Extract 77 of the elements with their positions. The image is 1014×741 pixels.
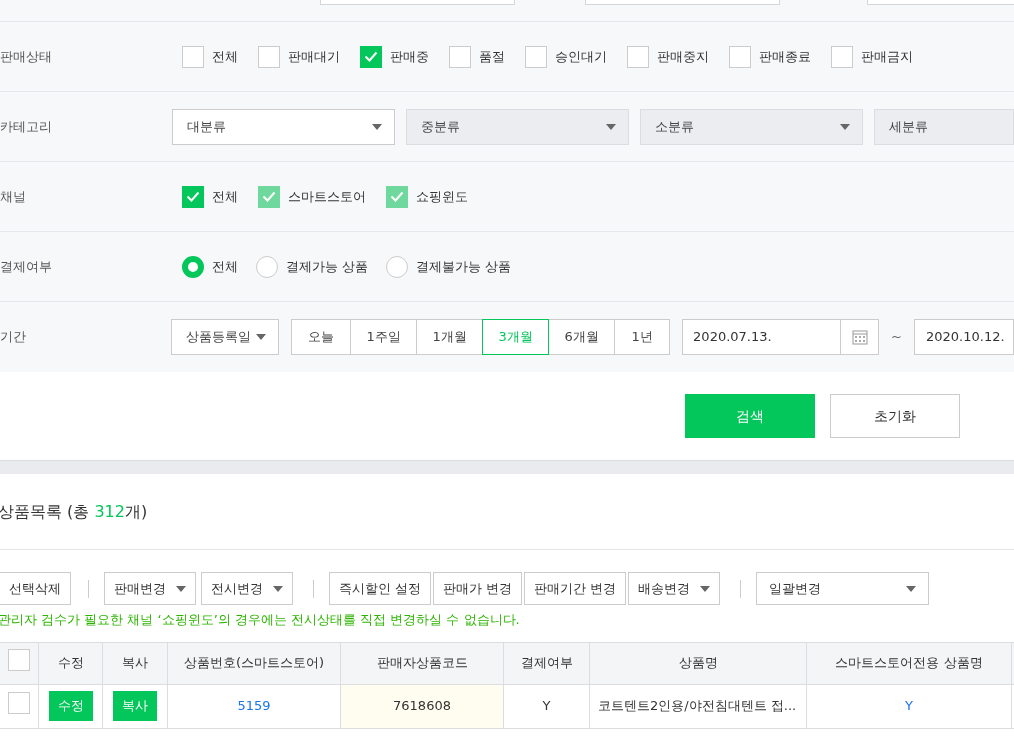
checkbox-label: 스마트스토어 (288, 187, 366, 206)
period-button[interactable]: 6개월 (548, 319, 616, 355)
radio-label: 결제불가능 상품 (416, 257, 512, 276)
caret-icon (840, 123, 850, 130)
table-cell: 7618608 (340, 684, 504, 728)
check-icon (390, 191, 404, 202)
checkbox-label: 품절 (479, 47, 505, 66)
checkbox-label: 판매중 (390, 47, 429, 66)
period-button[interactable]: 1개월 (416, 319, 484, 355)
column-header: 복사 (102, 642, 168, 684)
column-header: 결제여부 (503, 642, 590, 684)
column-header: 판매자상품코드 (340, 642, 504, 684)
toolbar-dropdown[interactable]: 판매변경 (104, 572, 196, 605)
reset-button[interactable]: 초기화 (830, 394, 960, 438)
radio-button[interactable] (256, 255, 278, 278)
range-separator: ~ (891, 328, 902, 347)
check-icon (186, 191, 200, 202)
row-checkbox[interactable] (7, 692, 30, 715)
checkbox[interactable] (627, 45, 649, 68)
checkbox-label: 승인대기 (555, 47, 607, 66)
checkbox[interactable] (182, 45, 204, 68)
filter-label: 판매상태 (0, 47, 53, 66)
filter-label: 채널 (0, 187, 27, 206)
radio-button[interactable] (386, 255, 409, 278)
radio-label: 결제가능 상품 (286, 257, 369, 276)
calendar-icon[interactable] (851, 329, 868, 345)
end-date-field[interactable]: 2020.10.12. (914, 319, 1014, 355)
category-select[interactable]: 대분류 (172, 108, 395, 145)
checkbox[interactable] (729, 45, 751, 68)
date-type-select[interactable]: 상품등록일 (171, 319, 280, 355)
bulk-change-select[interactable]: 일괄변경 (756, 572, 930, 605)
toolbar-button[interactable]: 선택삭제 (0, 572, 71, 605)
check-icon (364, 51, 378, 62)
filter-label: 기간 (0, 328, 27, 347)
toolbar-button[interactable]: 판매기간 변경 (524, 572, 627, 605)
checkbox[interactable] (449, 45, 471, 68)
caret-icon (606, 123, 616, 130)
radio-button[interactable] (182, 255, 204, 278)
checkbox-label: 판매중지 (657, 47, 709, 66)
checkbox[interactable] (182, 185, 204, 208)
select-all-checkbox[interactable] (7, 649, 30, 672)
product-number-link[interactable]: 5159 (237, 698, 271, 714)
caret-icon (700, 585, 711, 592)
column-header: 상품명 (589, 642, 807, 684)
checkbox[interactable] (525, 45, 547, 68)
caret-icon (176, 585, 186, 592)
checkbox-label: 판매종료 (759, 47, 811, 66)
radio-label: 전체 (212, 257, 238, 276)
filter-label: 결제여부 (0, 257, 53, 276)
column-header: 상품번호(스마트스토어) (167, 642, 341, 684)
toolbar-button[interactable]: 판매가 변경 (433, 572, 523, 605)
toolbar-button[interactable]: 즉시할인 설정 (329, 572, 432, 605)
check-icon (262, 191, 276, 202)
checkbox-label: 전체 (212, 187, 238, 206)
period-button[interactable]: 1주일 (350, 319, 418, 355)
checkbox[interactable] (831, 45, 853, 68)
period-button[interactable]: 1년 (614, 319, 671, 355)
checkbox-label: 판매대기 (288, 47, 340, 66)
table-cell: 코트텐트2인용/야전침대텐트 접... (589, 684, 807, 728)
column-header: 수정 (38, 642, 103, 684)
filter-label: 카테고리 (0, 117, 53, 136)
caret-icon (273, 585, 283, 592)
checkbox-label: 쇼핑윈도 (416, 187, 468, 206)
checkbox-label: 판매금지 (861, 47, 913, 66)
caret-icon (906, 585, 917, 592)
start-date-field[interactable]: 2020.07.13. (682, 319, 880, 355)
column-header: 스마트스토어전용 상품명 (806, 642, 1012, 684)
caret-icon (372, 123, 382, 130)
table-cell: Y (503, 684, 590, 728)
period-button[interactable]: 오늘 (291, 319, 352, 355)
toolbar-dropdown[interactable]: 전시변경 (201, 572, 293, 605)
checkbox[interactable] (360, 45, 382, 68)
store-name-link[interactable]: Y (905, 698, 913, 714)
caret-icon (256, 334, 267, 340)
checkbox[interactable] (258, 45, 280, 68)
checkbox-label: 전체 (212, 47, 238, 66)
toolbar-dropdown[interactable]: 배송변경 (628, 572, 721, 605)
